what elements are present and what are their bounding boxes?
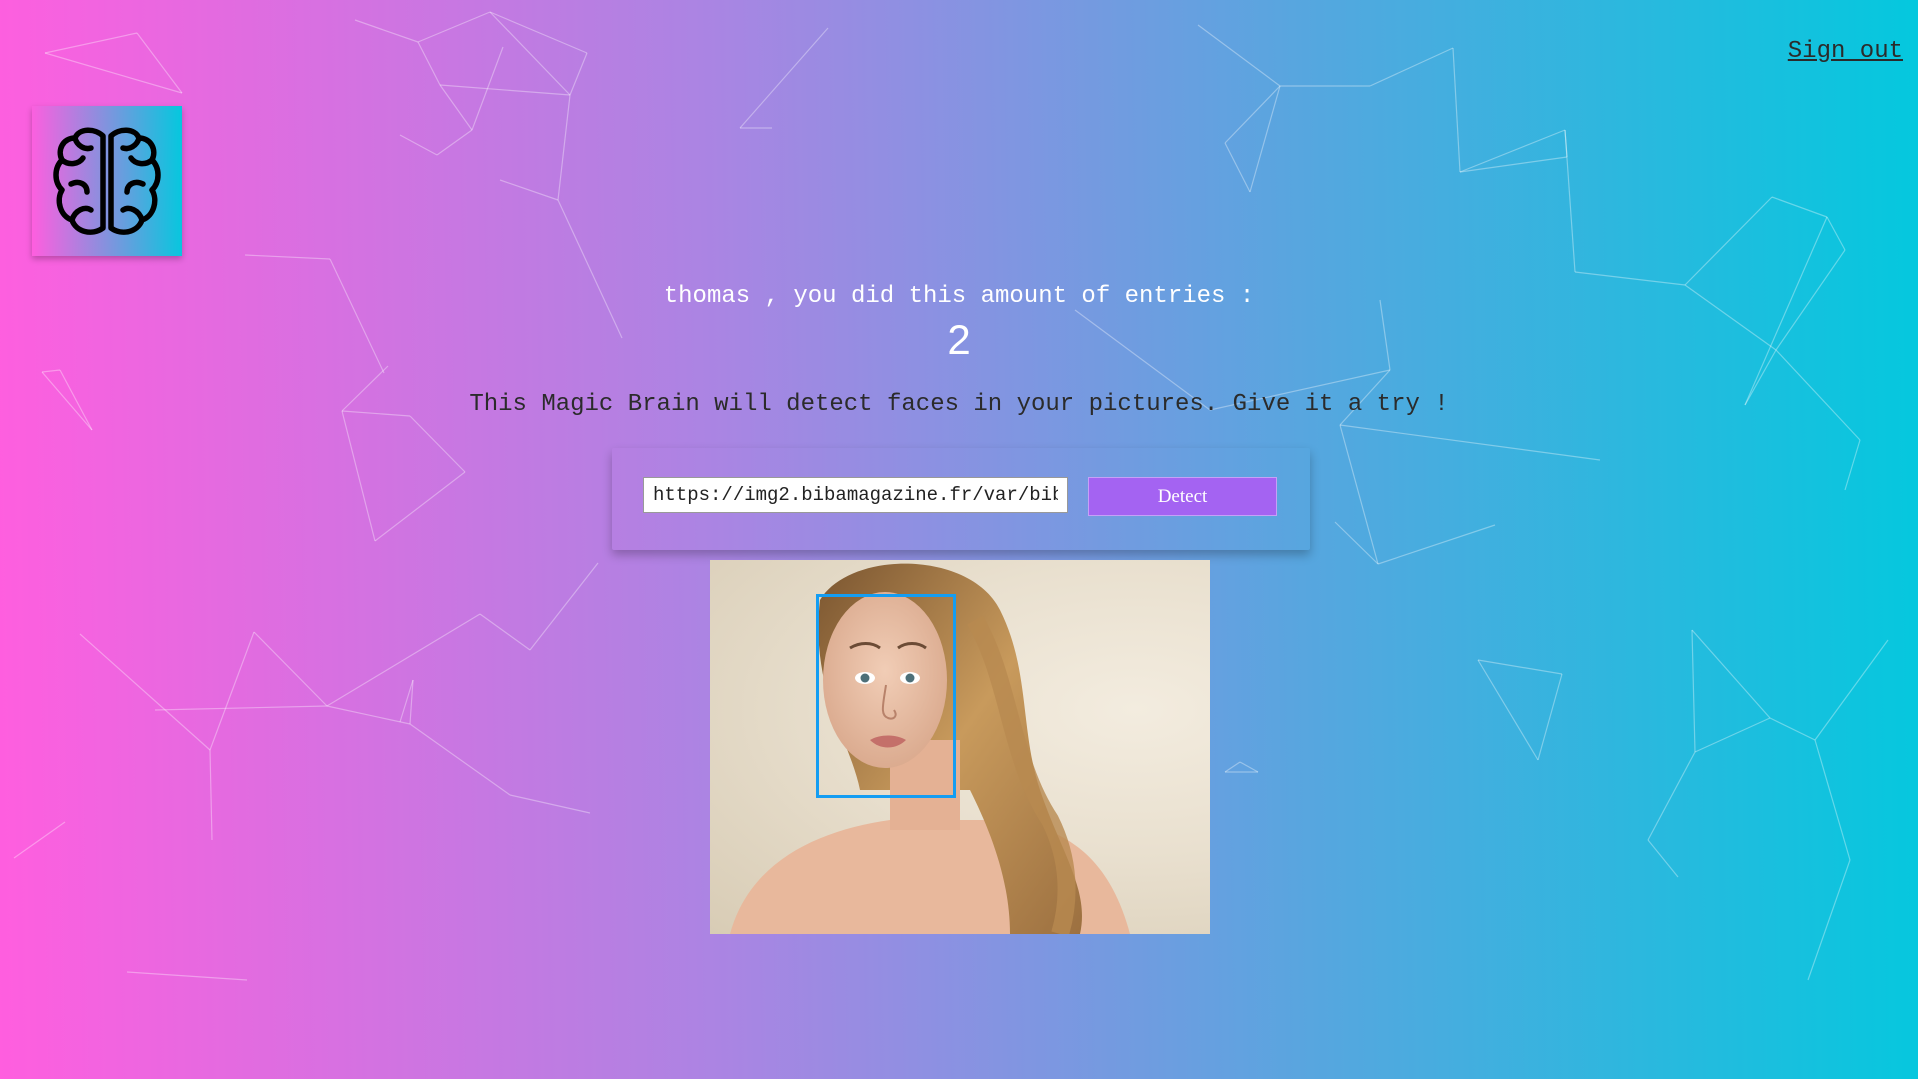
face-bounding-box: [816, 594, 956, 798]
entries-message: thomas , you did this amount of entries …: [663, 283, 1255, 310]
image-link-form: Detect: [612, 448, 1310, 550]
entries-count: 2: [947, 316, 971, 363]
brain-icon: [53, 127, 161, 235]
detect-button[interactable]: Detect: [1088, 477, 1277, 516]
input-photo: [710, 560, 1210, 934]
app-logo: [32, 106, 182, 256]
image-url-input[interactable]: [643, 477, 1068, 513]
sign-out-link[interactable]: Sign out: [1788, 38, 1903, 65]
app-tagline: This Magic Brain will detect faces in yo…: [469, 391, 1449, 418]
